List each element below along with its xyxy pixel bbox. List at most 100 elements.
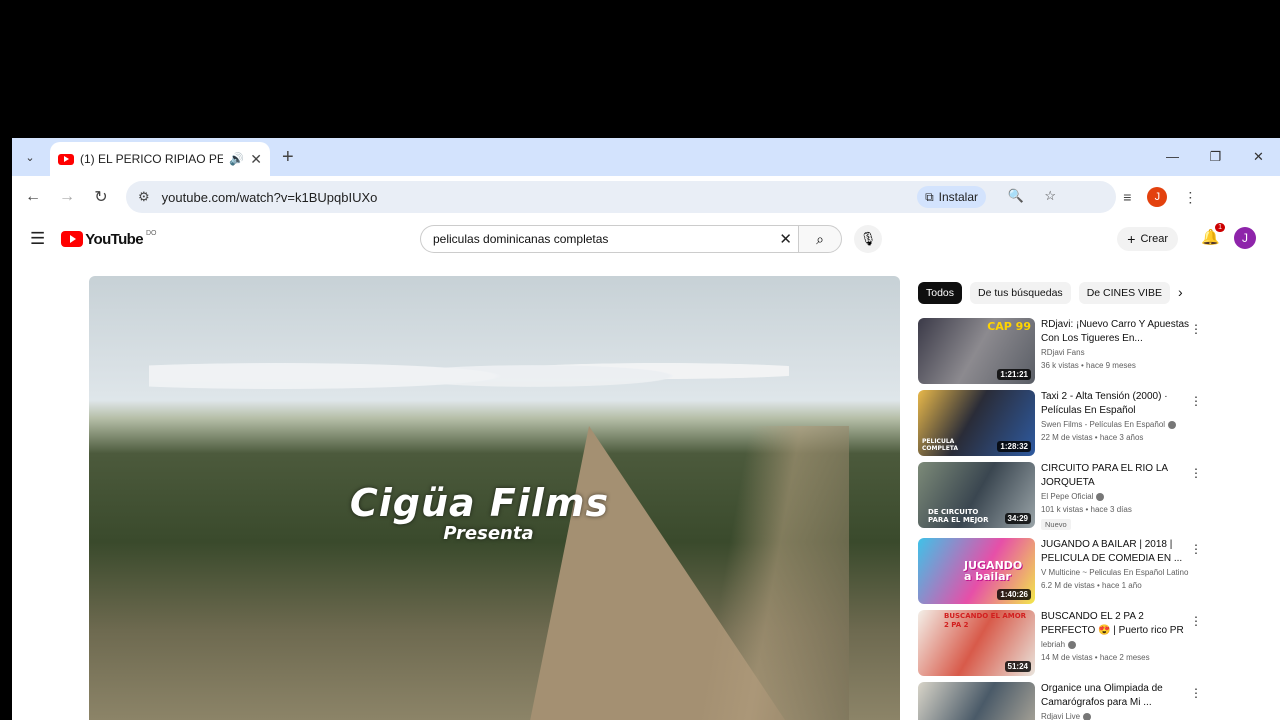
install-icon: ⧉	[925, 189, 934, 204]
youtube-logo[interactable]: YouTube DO	[61, 230, 156, 248]
create-button[interactable]: + Crear	[1117, 227, 1178, 251]
search-icon: ⌕	[816, 230, 824, 247]
youtube-play-icon	[61, 231, 84, 247]
notifications-bell-icon[interactable]: 🔔 1	[1201, 223, 1225, 246]
minimize-button[interactable]: —	[1151, 138, 1194, 176]
video-frame-clouds	[149, 346, 789, 396]
channel-name[interactable]: RDjavi Fans	[1041, 348, 1199, 357]
more-actions-icon[interactable]: ⋮	[1190, 466, 1202, 480]
url-text: youtube.com/watch?v=k1BUpqbIUXo	[161, 189, 378, 205]
video-thumbnail[interactable]: BUSCANDO EL AMOR 2 PA 2 51:24	[918, 610, 1035, 676]
speaker-icon[interactable]: 🔊	[229, 152, 244, 166]
recommendation-info: Organice una Olimpiada de Camarógrafos p…	[1041, 682, 1199, 720]
recommendation-item[interactable]: Organice una Olimpiada de Camarógrafos p…	[918, 682, 1208, 720]
video-duration: 51:24	[1004, 661, 1031, 672]
thumbnail-text: DE CIRCUITO PARA EL MEJOR	[928, 508, 989, 524]
recommendation-title[interactable]: JUGANDO A BAILAR | 2018 | PELICULA DE CO…	[1041, 538, 1199, 566]
video-overlay-subtitle: Presenta	[443, 523, 534, 544]
profile-avatar[interactable]: J	[1147, 187, 1168, 207]
more-actions-icon[interactable]: ⋮	[1190, 686, 1202, 700]
video-player[interactable]: Cigüa Films Presenta	[89, 276, 900, 720]
channel-name[interactable]: El Pepe Oficial	[1041, 492, 1199, 501]
tab-title: (1) EL PERICO RIPIAO PELIC	[80, 152, 224, 166]
channel-name-text: Rdjavi Live	[1041, 712, 1081, 720]
chevron-right-icon[interactable]: ›	[1178, 284, 1183, 300]
recommendation-item[interactable]: JUGANDO a bailar 1:40:26 JUGANDO A BAILA…	[918, 538, 1208, 610]
video-meta: 14 M de vistas • hace 2 meses	[1041, 653, 1150, 662]
hamburger-menu-icon[interactable]: ☰	[30, 229, 45, 249]
forward-icon[interactable]: →	[50, 188, 84, 206]
recommendation-info: JUGANDO A BAILAR | 2018 | PELICULA DE CO…	[1041, 538, 1199, 610]
install-label: Instalar	[938, 190, 978, 204]
bookmark-star-icon[interactable]: ☆	[1044, 188, 1056, 204]
verified-icon	[1068, 640, 1077, 649]
recommendations-list: CAP 99 1:21:21 RDjavi: ¡Nuevo Carro Y Ap…	[918, 318, 1208, 720]
address-bar[interactable]: ⚙ youtube.com/watch?v=k1BUpqbIUXo ⧉ Inst…	[126, 181, 1116, 213]
search-input[interactable]: peliculas dominicanas completas ✕	[420, 225, 798, 253]
thumbnail-text: CAP 99	[987, 320, 1031, 333]
chevron-down-icon: ⌄	[25, 151, 35, 164]
video-thumbnail[interactable]: DE CIRCUITO PARA EL MEJOR 34:29	[918, 462, 1035, 528]
search-query: peliculas dominicanas completas	[433, 232, 609, 246]
close-window-button[interactable]: ✕	[1237, 138, 1280, 176]
browser-toolbar: ← → ↻ ⚙ youtube.com/watch?v=k1BUpqbIUXo …	[12, 176, 1280, 218]
channel-name[interactable]: Swen Films - Películas En Español	[1041, 420, 1199, 429]
recommendation-info: Taxi 2 - Alta Tensión (2000) · Películas…	[1041, 390, 1199, 462]
recommendation-item[interactable]: DE CIRCUITO PARA EL MEJOR 34:29 CIRCUITO…	[918, 462, 1208, 534]
search-bar: peliculas dominicanas completas ✕ ⌕ 🎙	[420, 225, 882, 253]
tab-search-button[interactable]: ⌄	[18, 145, 42, 169]
recommendation-title[interactable]: RDjavi: ¡Nuevo Carro Y Apuestas Con Los …	[1041, 318, 1199, 346]
video-meta: 6.2 M de vistas • hace 1 año	[1041, 581, 1142, 590]
channel-name[interactable]: V Multicine ~ Peliculas En Español Latin…	[1041, 568, 1199, 577]
verified-icon	[1168, 420, 1177, 429]
plus-icon: +	[1127, 231, 1136, 247]
recommendation-title[interactable]: BUSCANDO EL 2 PA 2 PERFECTO 😍 | Puerto r…	[1041, 610, 1199, 638]
clear-search-icon[interactable]: ✕	[779, 230, 792, 248]
recommendation-info: RDjavi: ¡Nuevo Carro Y Apuestas Con Los …	[1041, 318, 1199, 390]
back-icon[interactable]: ←	[16, 188, 50, 206]
restore-button[interactable]: ❐	[1194, 138, 1237, 176]
chip-de-cines-vibe[interactable]: De CINES VIBE	[1078, 282, 1170, 304]
recommendation-item[interactable]: BUSCANDO EL AMOR 2 PA 2 51:24 BUSCANDO E…	[918, 610, 1208, 682]
recommendation-info: BUSCANDO EL 2 PA 2 PERFECTO 😍 | Puerto r…	[1041, 610, 1199, 682]
browser-window: ⌄ (1) EL PERICO RIPIAO PELIC 🔊 ✕ + — ❐ ✕…	[12, 138, 1280, 720]
media-controls-icon[interactable]: ≡	[1123, 189, 1131, 205]
notification-count: 1	[1215, 223, 1225, 232]
active-tab[interactable]: (1) EL PERICO RIPIAO PELIC 🔊 ✕	[50, 142, 270, 176]
more-actions-icon[interactable]: ⋮	[1190, 322, 1202, 336]
video-thumbnail[interactable]: PELICULA COMPLETA 1:28:32	[918, 390, 1035, 456]
reload-icon[interactable]: ↻	[84, 187, 118, 207]
recommendation-item[interactable]: PELICULA COMPLETA 1:28:32 Taxi 2 - Alta …	[918, 390, 1208, 462]
channel-name[interactable]: lebriah	[1041, 640, 1199, 649]
menu-kebab-icon[interactable]: ⋮	[1183, 189, 1197, 206]
install-button[interactable]: ⧉ Instalar	[917, 186, 986, 208]
recommendation-title[interactable]: Taxi 2 - Alta Tensión (2000) · Películas…	[1041, 390, 1199, 418]
voice-search-button[interactable]: 🎙	[854, 225, 882, 253]
more-actions-icon[interactable]: ⋮	[1190, 394, 1202, 408]
window-controls: — ❐ ✕	[1151, 138, 1280, 176]
video-duration: 1:28:32	[997, 441, 1031, 452]
recommendation-title[interactable]: CIRCUITO PARA EL RIO LA JORQUETA	[1041, 462, 1199, 490]
thumbnail-text: BUSCANDO EL AMOR 2 PA 2	[944, 612, 1027, 629]
new-tab-icon[interactable]: +	[282, 146, 294, 169]
zoom-icon[interactable]: 🔍	[1008, 188, 1024, 204]
video-meta: 22 M de vistas • hace 3 años	[1041, 433, 1144, 442]
account-avatar[interactable]: J	[1234, 227, 1256, 249]
recommendation-item[interactable]: CAP 99 1:21:21 RDjavi: ¡Nuevo Carro Y Ap…	[918, 318, 1208, 390]
chip-todos[interactable]: Todos	[918, 282, 963, 304]
youtube-favicon-icon	[58, 153, 74, 165]
create-label: Crear	[1140, 233, 1168, 245]
video-meta: 36 k vistas • hace 9 meses	[1041, 361, 1136, 370]
search-button[interactable]: ⌕	[798, 225, 842, 253]
video-thumbnail[interactable]: CAP 99 1:21:21	[918, 318, 1035, 384]
video-thumbnail[interactable]	[918, 682, 1035, 720]
channel-name[interactable]: Rdjavi Live	[1041, 712, 1199, 720]
more-actions-icon[interactable]: ⋮	[1190, 542, 1202, 556]
chip-de-tus-busquedas[interactable]: De tus búsquedas	[970, 282, 1071, 304]
more-actions-icon[interactable]: ⋮	[1190, 614, 1202, 628]
recommendation-title[interactable]: Organice una Olimpiada de Camarógrafos p…	[1041, 682, 1199, 710]
site-info-icon[interactable]: ⚙	[138, 189, 150, 205]
video-thumbnail[interactable]: JUGANDO a bailar 1:40:26	[918, 538, 1035, 604]
video-duration: 34:29	[1004, 513, 1031, 524]
close-tab-icon[interactable]: ✕	[250, 151, 262, 168]
